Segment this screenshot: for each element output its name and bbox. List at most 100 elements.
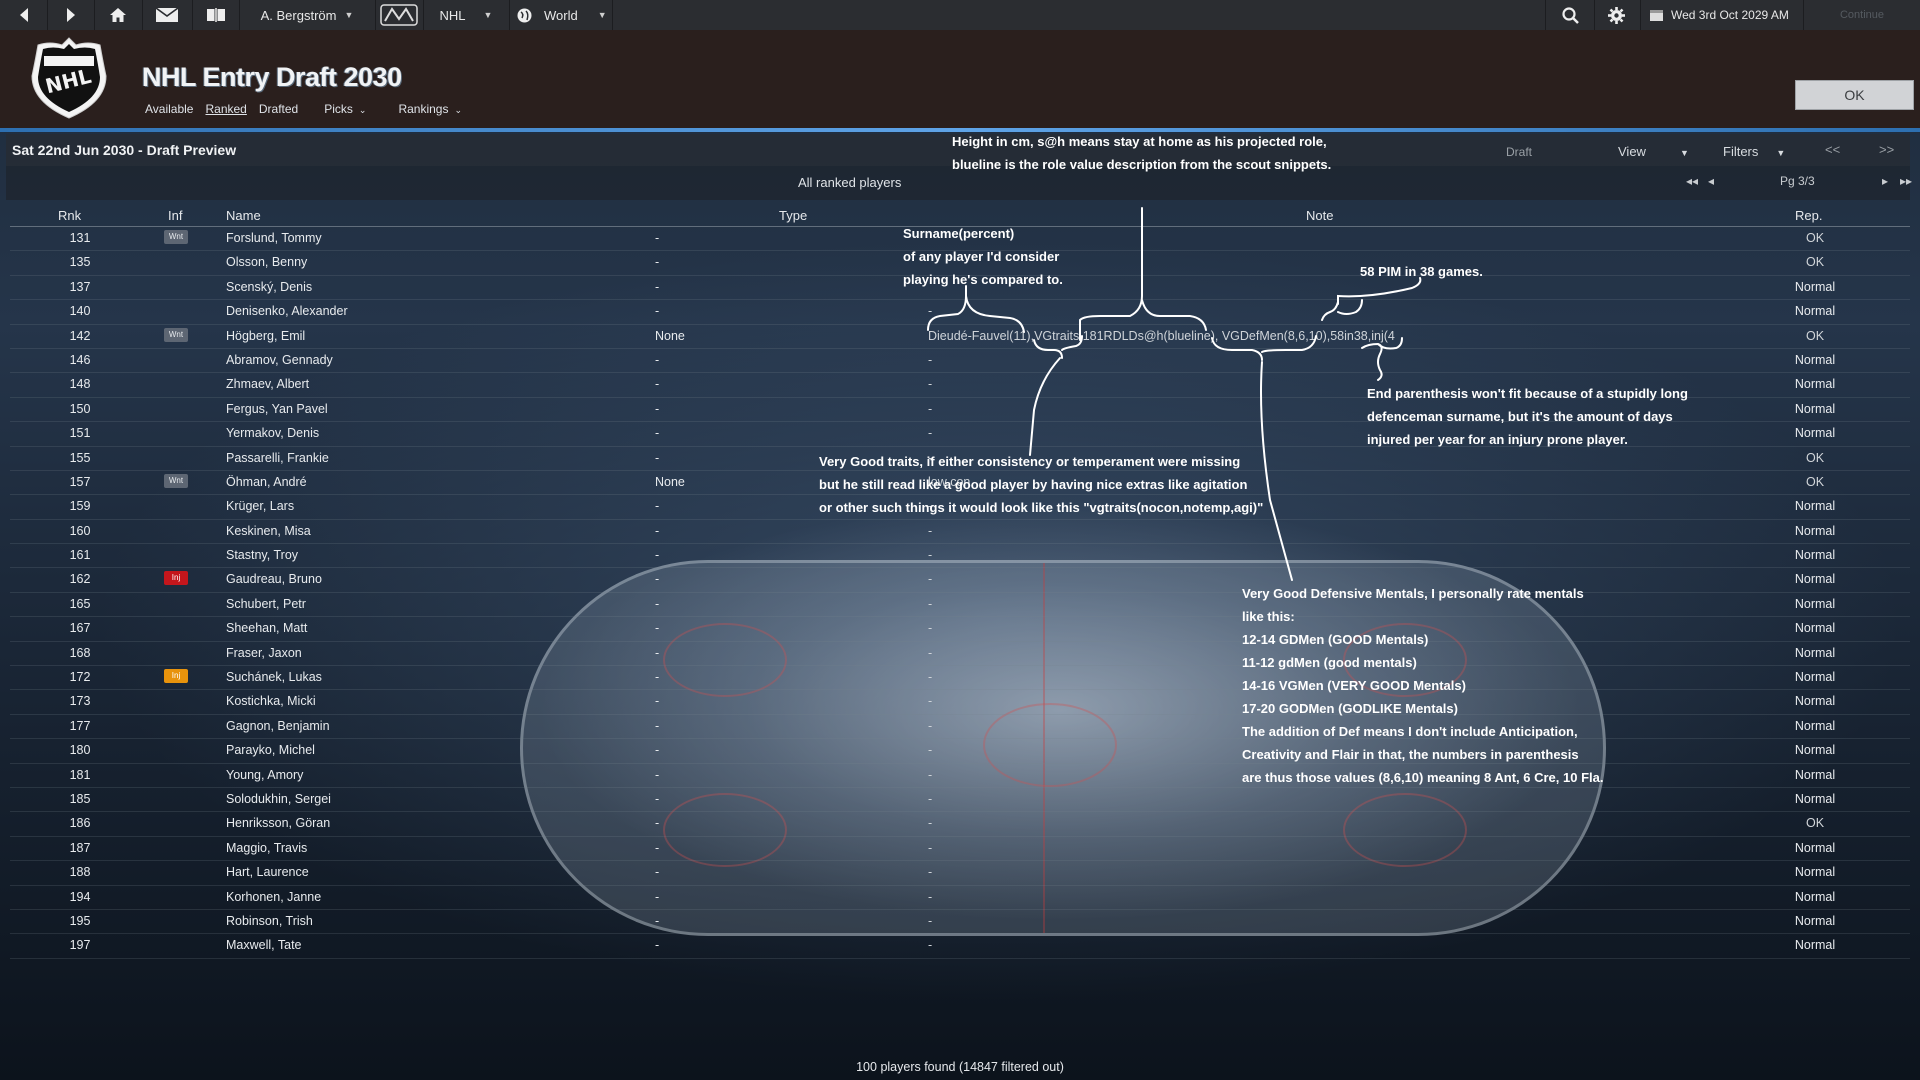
table-row[interactable]: 173 Kostichka, Micki - - Normal: [10, 690, 1910, 715]
player-name-cell[interactable]: Öhman, André: [226, 475, 307, 489]
rank-cell: 167: [69, 621, 91, 636]
table-row[interactable]: 181 Young, Amory - - Normal: [10, 764, 1910, 788]
tab-picks-label: Picks: [324, 102, 353, 116]
prev-page-icon[interactable]: ◂: [1708, 174, 1714, 188]
reputation-cell: Normal: [1794, 401, 1836, 416]
annotation-line: blueline is the role value description f…: [952, 157, 1332, 172]
continue-button[interactable]: Continue: [1804, 0, 1920, 30]
type-cell: -: [655, 401, 660, 416]
player-name-cell[interactable]: Denisenko, Alexander: [226, 304, 348, 318]
back-button[interactable]: [0, 0, 48, 30]
expand-right-button[interactable]: >>: [1879, 142, 1894, 157]
reputation-cell: Normal: [1794, 913, 1836, 928]
player-name-cell[interactable]: Gagnon, Benjamin: [226, 719, 330, 733]
forward-button[interactable]: [47, 0, 95, 30]
home-button[interactable]: [94, 0, 143, 30]
reputation-cell: Normal: [1794, 304, 1836, 319]
database-button[interactable]: [192, 0, 240, 30]
table-row[interactable]: 186 Henriksson, Göran - - OK: [10, 812, 1910, 837]
type-cell: -: [655, 816, 660, 831]
player-name-cell[interactable]: Maggio, Travis: [226, 841, 307, 855]
ok-button[interactable]: OK: [1795, 80, 1914, 110]
table-row[interactable]: 162 Gaudreau, Bruno - - Normal Inj: [10, 568, 1910, 593]
player-name-cell[interactable]: Suchánek, Lukas: [226, 670, 322, 684]
player-name-cell[interactable]: Gaudreau, Bruno: [226, 572, 322, 586]
player-name-cell[interactable]: Krüger, Lars: [226, 499, 294, 513]
table-row[interactable]: 165 Schubert, Petr - - Normal: [10, 593, 1910, 618]
next-page-icon[interactable]: ▸: [1882, 174, 1888, 188]
first-page-icon[interactable]: ◂◂: [1686, 174, 1698, 188]
table-row[interactable]: 146 Abramov, Gennady - - Normal: [10, 349, 1910, 374]
team-logo-button[interactable]: [375, 0, 424, 30]
player-name-cell[interactable]: Maxwell, Tate: [226, 938, 302, 952]
tab-picks[interactable]: Picks ⌄: [324, 102, 378, 116]
reputation-cell: Normal: [1794, 621, 1836, 636]
col-rank[interactable]: Rnk: [58, 208, 81, 223]
player-name-cell[interactable]: Fergus, Yan Pavel: [226, 402, 328, 416]
table-row[interactable]: 185 Solodukhin, Sergei - - Normal: [10, 788, 1910, 813]
manager-dropdown[interactable]: A. Bergström ▼: [239, 0, 376, 30]
player-name-cell[interactable]: Zhmaev, Albert: [226, 377, 309, 391]
table-row[interactable]: 197 Maxwell, Tate - - Normal: [10, 934, 1910, 959]
table-row[interactable]: 188 Hart, Laurence - - Normal: [10, 861, 1910, 886]
player-name-cell[interactable]: Schubert, Petr: [226, 597, 306, 611]
player-name-cell[interactable]: Fraser, Jaxon: [226, 646, 302, 660]
view-dropdown[interactable]: View ▼: [1618, 144, 1689, 159]
player-name-cell[interactable]: Solodukhin, Sergei: [226, 792, 331, 806]
annotation-line: 12-14 GDMen (GOOD Mentals): [1242, 632, 1429, 647]
player-name-cell[interactable]: Hart, Laurence: [226, 865, 309, 879]
last-page-icon[interactable]: ▸▸: [1900, 174, 1912, 188]
player-name-cell[interactable]: Keskinen, Misa: [226, 524, 311, 538]
league-dropdown[interactable]: NHL ▼: [423, 0, 510, 30]
table-row[interactable]: 160 Keskinen, Misa - - Normal: [10, 520, 1910, 545]
player-name-cell[interactable]: Kostichka, Micki: [226, 694, 316, 708]
player-name-cell[interactable]: Olsson, Benny: [226, 255, 307, 269]
results-count: 100 players found (14847 filtered out): [856, 1060, 1064, 1074]
col-note[interactable]: Note: [1306, 208, 1333, 223]
table-row[interactable]: 177 Gagnon, Benjamin - - Normal: [10, 715, 1910, 740]
player-name-cell[interactable]: Högberg, Emil: [226, 329, 305, 343]
note-cell: -: [928, 913, 933, 928]
table-row[interactable]: 187 Maggio, Travis - - Normal: [10, 837, 1910, 862]
table-row[interactable]: 161 Stastny, Troy - - Normal: [10, 544, 1910, 569]
table-row[interactable]: 168 Fraser, Jaxon - - Normal: [10, 642, 1910, 667]
table-row[interactable]: 167 Sheehan, Matt - - Normal: [10, 617, 1910, 642]
player-name-cell[interactable]: Stastny, Troy: [226, 548, 298, 562]
annotation-mentals: Very Good Defensive Mentals, I personall…: [1242, 582, 1603, 789]
player-name-cell[interactable]: Passarelli, Frankie: [226, 451, 329, 465]
player-name-cell[interactable]: Yermakov, Denis: [226, 426, 319, 440]
player-name-cell[interactable]: Sheehan, Matt: [226, 621, 307, 635]
player-name-cell[interactable]: Scenský, Denis: [226, 280, 312, 294]
collapse-left-button[interactable]: <<: [1825, 142, 1840, 157]
table-row[interactable]: 140 Denisenko, Alexander - - Normal: [10, 300, 1910, 325]
reputation-cell: Normal: [1794, 840, 1836, 855]
player-name-cell[interactable]: Henriksson, Göran: [226, 816, 330, 830]
player-name-cell[interactable]: Abramov, Gennady: [226, 353, 333, 367]
table-row[interactable]: 180 Parayko, Michel - - Normal: [10, 739, 1910, 764]
tab-drafted[interactable]: Drafted: [259, 102, 298, 116]
col-inf[interactable]: Inf: [168, 208, 182, 223]
player-name-cell[interactable]: Forslund, Tommy: [226, 231, 322, 245]
player-name-cell[interactable]: Korhonen, Janne: [226, 890, 321, 904]
player-name-cell[interactable]: Young, Amory: [226, 768, 303, 782]
tab-available[interactable]: Available: [145, 102, 193, 116]
tab-rankings[interactable]: Rankings ⌄: [398, 102, 474, 116]
calendar-button[interactable]: Wed 3rd Oct 2029 AM: [1640, 0, 1804, 30]
table-row[interactable]: 194 Korhonen, Janne - - Normal: [10, 886, 1910, 910]
world-dropdown[interactable]: World ▼: [509, 0, 613, 30]
col-name[interactable]: Name: [226, 208, 261, 223]
table-row[interactable]: 142 Högberg, Emil None Dieudé-Fauvel(11),VG…: [10, 325, 1910, 349]
player-name-cell[interactable]: Robinson, Trish: [226, 914, 313, 928]
settings-button[interactable]: [1593, 0, 1641, 30]
inbox-button[interactable]: [142, 0, 193, 30]
col-rep[interactable]: Rep.: [1795, 208, 1822, 223]
filters-dropdown[interactable]: Filters ▼: [1723, 144, 1785, 159]
tab-ranked[interactable]: Ranked: [205, 102, 246, 116]
search-button[interactable]: [1545, 0, 1595, 30]
table-row[interactable]: 195 Robinson, Trish - - Normal: [10, 910, 1910, 935]
table-row[interactable]: 172 Suchánek, Lukas - - Normal Inj: [10, 666, 1910, 691]
player-name-cell[interactable]: Parayko, Michel: [226, 743, 315, 757]
col-type[interactable]: Type: [779, 208, 807, 223]
draft-button[interactable]: Draft: [1506, 145, 1532, 159]
continue-label: Continue: [1839, 9, 1885, 21]
